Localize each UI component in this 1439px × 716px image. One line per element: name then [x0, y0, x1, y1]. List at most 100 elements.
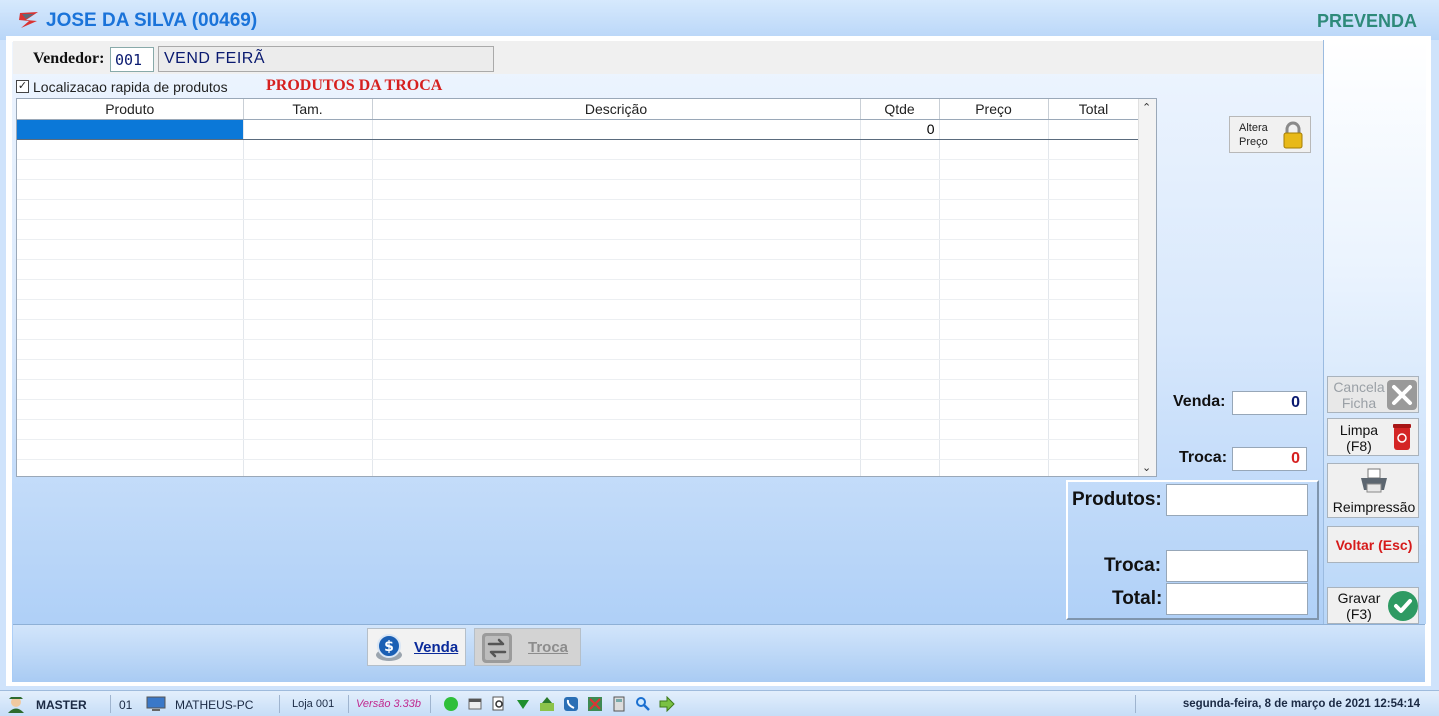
grid-cell[interactable]: [860, 399, 940, 420]
table-row[interactable]: [17, 439, 1140, 460]
grid-cell[interactable]: [939, 219, 1049, 240]
grid-cell[interactable]: [372, 459, 861, 476]
grid-cell[interactable]: [860, 439, 940, 460]
col-descricao[interactable]: Descrição: [372, 99, 861, 120]
grid-cell[interactable]: [243, 379, 373, 400]
grid-cell[interactable]: [939, 199, 1049, 220]
table-row[interactable]: [17, 239, 1140, 260]
grid-cell[interactable]: [1048, 439, 1140, 460]
grid-cell[interactable]: [243, 299, 373, 320]
grid-cell[interactable]: [860, 139, 940, 160]
grid-cell[interactable]: [939, 139, 1049, 160]
grid-cell[interactable]: [860, 319, 940, 340]
grid-cell[interactable]: [939, 339, 1049, 360]
grid-cell[interactable]: [372, 239, 861, 260]
grid-cell[interactable]: [372, 259, 861, 280]
grid-cell[interactable]: [17, 459, 244, 476]
grid-cell[interactable]: [243, 179, 373, 200]
scroll-down-icon[interactable]: ⌄: [1142, 461, 1151, 474]
col-produto[interactable]: Produto: [17, 99, 244, 120]
voltar-button[interactable]: Voltar (Esc): [1327, 526, 1419, 563]
grid-cell[interactable]: [372, 179, 861, 200]
table-row[interactable]: [17, 259, 1140, 280]
grid-cell[interactable]: [372, 379, 861, 400]
cell-tam[interactable]: [243, 118, 373, 140]
grid-cell[interactable]: [372, 199, 861, 220]
grid-cell[interactable]: [17, 339, 244, 360]
grid-cell[interactable]: [860, 359, 940, 380]
grid-cell[interactable]: [939, 299, 1049, 320]
table-row[interactable]: [17, 299, 1140, 320]
grid-cell[interactable]: [243, 159, 373, 180]
table-row[interactable]: [17, 159, 1140, 180]
grid-cell[interactable]: [939, 439, 1049, 460]
grid-cell[interactable]: [372, 319, 861, 340]
grid-cell[interactable]: [939, 279, 1049, 300]
grid-cell[interactable]: [372, 139, 861, 160]
grid-cell[interactable]: [860, 239, 940, 260]
table-row[interactable]: [17, 139, 1140, 160]
grid-cell[interactable]: [17, 159, 244, 180]
grid-cell[interactable]: [17, 219, 244, 240]
whatsapp-icon[interactable]: [443, 696, 459, 712]
calculator-icon[interactable]: [611, 696, 627, 712]
col-total[interactable]: Total: [1048, 99, 1140, 120]
search-icon[interactable]: [635, 696, 651, 712]
table-row[interactable]: [17, 399, 1140, 420]
grid-cell[interactable]: [1048, 279, 1140, 300]
grid-cell[interactable]: [860, 299, 940, 320]
table-row[interactable]: [17, 359, 1140, 380]
table-row[interactable]: [17, 319, 1140, 340]
grid-cell[interactable]: [17, 359, 244, 380]
grid-cell[interactable]: [243, 399, 373, 420]
cell-preco[interactable]: [939, 118, 1049, 140]
table-row[interactable]: [17, 379, 1140, 400]
grid-cell[interactable]: [243, 419, 373, 440]
tab-troca[interactable]: Troca: [474, 628, 581, 666]
grid-cell[interactable]: [860, 339, 940, 360]
grid-cell[interactable]: [372, 359, 861, 380]
grid-cell[interactable]: [17, 279, 244, 300]
grid-cell[interactable]: [860, 199, 940, 220]
grid-cell[interactable]: [1048, 239, 1140, 260]
quick-search-label[interactable]: Localizacao rapida de produtos: [33, 79, 228, 95]
col-preco[interactable]: Preço: [939, 99, 1049, 120]
alter-price-button[interactable]: Altera Preço: [1229, 116, 1311, 153]
scroll-up-icon[interactable]: ⌃: [1142, 101, 1151, 114]
grid-cell[interactable]: [1048, 299, 1140, 320]
grid-cell[interactable]: [243, 319, 373, 340]
quick-search-checkbox[interactable]: ✓: [16, 80, 29, 93]
grid-cell[interactable]: [1048, 339, 1140, 360]
grid-cell[interactable]: [1048, 219, 1140, 240]
grid-cell[interactable]: [1048, 179, 1140, 200]
grid-cell[interactable]: [860, 179, 940, 200]
grid-cell[interactable]: [860, 279, 940, 300]
vendedor-code-field[interactable]: 001: [110, 47, 154, 72]
table-row[interactable]: [17, 279, 1140, 300]
grid-cell[interactable]: [860, 219, 940, 240]
grid-cell[interactable]: [1048, 459, 1140, 476]
grid-cell[interactable]: [1048, 319, 1140, 340]
grid-cell[interactable]: [17, 439, 244, 460]
zoom-page-icon[interactable]: [491, 696, 507, 712]
grid-cell[interactable]: [939, 359, 1049, 380]
grid-cell[interactable]: [939, 319, 1049, 340]
grid-cell[interactable]: [243, 219, 373, 240]
upload-icon[interactable]: [539, 696, 555, 712]
col-tam[interactable]: Tam.: [243, 99, 373, 120]
grid-cell[interactable]: [939, 159, 1049, 180]
grid-cell[interactable]: [860, 159, 940, 180]
grid-cell[interactable]: [243, 259, 373, 280]
grid-cell[interactable]: [939, 259, 1049, 280]
grid-scrollbar[interactable]: ⌃ ⌄: [1138, 99, 1156, 476]
grid-cell[interactable]: [939, 419, 1049, 440]
grid-cell[interactable]: [372, 439, 861, 460]
grid-cell[interactable]: [17, 319, 244, 340]
grid-cell[interactable]: [243, 279, 373, 300]
grid-cell[interactable]: [1048, 259, 1140, 280]
table-row[interactable]: [17, 199, 1140, 220]
col-qtde[interactable]: Qtde: [860, 99, 940, 120]
tab-venda[interactable]: $ Venda: [367, 628, 466, 666]
grid-cell[interactable]: [1048, 139, 1140, 160]
grid-cell[interactable]: [372, 159, 861, 180]
